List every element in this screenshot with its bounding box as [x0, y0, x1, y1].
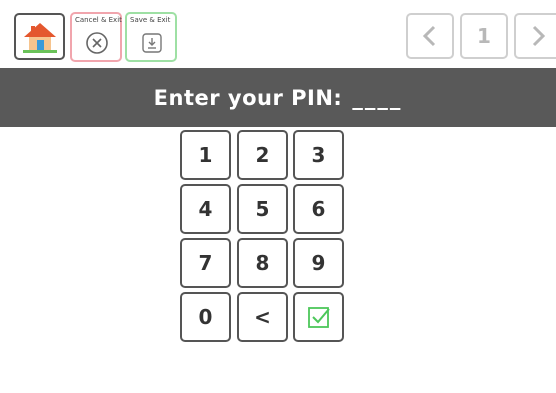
toolbar: Cancel & Exit Save & Exit 1 — [0, 0, 556, 68]
save-exit-label: Save & Exit — [130, 16, 171, 24]
key-3[interactable]: 3 — [293, 130, 344, 180]
home-button[interactable] — [14, 13, 65, 60]
chevron-left-icon — [422, 25, 436, 47]
key-5[interactable]: 5 — [237, 184, 288, 234]
key-6[interactable]: 6 — [293, 184, 344, 234]
submit-key[interactable] — [293, 292, 344, 342]
key-2[interactable]: 2 — [237, 130, 288, 180]
circle-x-icon — [86, 32, 108, 54]
key-7[interactable]: 7 — [180, 238, 231, 288]
download-icon — [142, 33, 162, 53]
pin-header: Enter your PIN: ____ — [0, 68, 556, 127]
checkbox-check-icon — [307, 307, 330, 328]
key-0[interactable]: 0 — [180, 292, 231, 342]
key-1[interactable]: 1 — [180, 130, 231, 180]
save-exit-button[interactable]: Save & Exit — [125, 12, 177, 62]
cancel-exit-label: Cancel & Exit — [75, 16, 122, 24]
chevron-right-icon — [532, 25, 546, 47]
pin-prompt: Enter your PIN: — [153, 85, 343, 110]
key-9[interactable]: 9 — [293, 238, 344, 288]
page-number: 1 — [460, 13, 508, 59]
key-4[interactable]: 4 — [180, 184, 231, 234]
backspace-key[interactable]: < — [237, 292, 288, 342]
previous-page-button[interactable] — [406, 13, 454, 59]
app-frame: Cancel & Exit Save & Exit 1 Enter your P… — [0, 0, 556, 393]
next-page-button[interactable] — [514, 13, 556, 59]
pin-display: ____ — [352, 85, 403, 110]
key-8[interactable]: 8 — [237, 238, 288, 288]
cancel-exit-button[interactable]: Cancel & Exit — [70, 12, 122, 62]
home-icon — [22, 22, 57, 53]
